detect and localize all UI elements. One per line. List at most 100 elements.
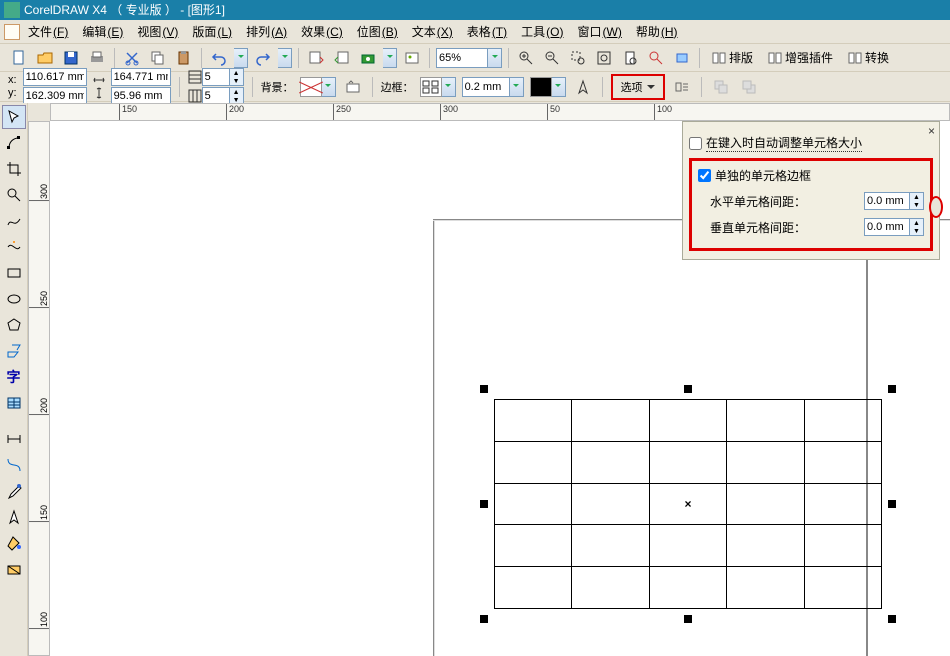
fullscreen-icon[interactable] [671,47,693,69]
new-icon[interactable] [8,47,30,69]
selected-table[interactable]: × [494,399,882,609]
copy-icon[interactable] [147,47,169,69]
redo-icon[interactable] [252,47,274,69]
border-style-swatch[interactable] [420,77,442,97]
interactive-fill-tool[interactable] [2,557,26,581]
rectangle-tool[interactable] [2,261,26,285]
canvas[interactable]: × × 在键入时自动调整单元格大小 单独的单元格边框 水平单元格间距： ▲▼ [50,121,950,656]
open-icon[interactable] [34,47,56,69]
zoom-out-icon[interactable] [541,47,563,69]
rows-spinner[interactable]: ▲▼ [230,68,244,86]
bg-color-swatch[interactable] [300,77,322,97]
resize-handle-e[interactable] [888,500,896,508]
menu-view[interactable]: 视图(V) [131,21,184,42]
dimension-tool[interactable] [2,427,26,451]
resize-handle-se[interactable] [888,615,896,623]
border-width-dropdown[interactable] [510,77,524,97]
cols-icon [188,89,202,103]
zoom-dropdown[interactable] [488,48,502,68]
zoom-sel-icon[interactable] [567,47,589,69]
resize-handle-ne[interactable] [888,385,896,393]
crop-tool[interactable] [2,157,26,181]
v-gap-spinner[interactable]: ▲▼ [910,218,924,236]
undo-icon[interactable] [208,47,230,69]
vertical-ruler[interactable]: 300 250 200 150 100 [28,121,50,656]
menu-text[interactable]: 文本(X) [406,21,459,42]
resize-handle-w[interactable] [480,500,488,508]
resize-handle-n[interactable] [684,385,692,393]
h-gap-label: 水平单元格间距： [710,193,806,210]
bg-color-dropdown[interactable] [322,77,336,97]
app-launch-icon[interactable] [357,47,379,69]
ellipse-tool[interactable] [2,287,26,311]
bg-edit-icon[interactable] [342,76,364,98]
rows-input[interactable] [202,68,230,86]
horizontal-ruler[interactable]: 150 200 250 300 50 100 [50,103,950,121]
border-color-swatch[interactable] [530,77,552,97]
menu-layout[interactable]: 版面(L) [186,21,238,42]
width-input[interactable] [111,68,171,86]
smart-draw-tool[interactable] [2,235,26,259]
center-marker[interactable]: × [684,497,691,511]
menu-table[interactable]: 表格(T) [461,21,513,42]
welcome-icon[interactable] [401,47,423,69]
h-gap-spinner[interactable]: ▲▼ [910,192,924,210]
close-icon[interactable]: × [928,124,935,138]
auto-resize-checkbox[interactable] [689,137,702,150]
import-icon[interactable] [305,47,327,69]
undo-dropdown[interactable] [234,48,248,68]
shape-tool[interactable] [2,131,26,155]
border-width-input[interactable] [462,77,510,97]
resize-handle-nw[interactable] [480,385,488,393]
print-icon[interactable] [86,47,108,69]
resize-handle-sw[interactable] [480,615,488,623]
convert-button[interactable]: 转换 [842,47,894,69]
v-gap-label: 垂直单元格间距： [710,219,806,236]
polygon-tool[interactable] [2,313,26,337]
menu-edit[interactable]: 编辑(E) [76,21,129,42]
menu-effect[interactable]: 效果(C) [295,21,349,42]
x-coord-input[interactable] [23,68,87,86]
layout-button[interactable]: 排版 [706,47,758,69]
enhance-button[interactable]: 增强插件 [762,47,838,69]
eyedropper-tool[interactable] [2,479,26,503]
outline-tool[interactable] [2,505,26,529]
border-style-dropdown[interactable] [442,77,456,97]
paste-icon[interactable] [173,47,195,69]
basic-shapes-tool[interactable] [2,339,26,363]
document-menu-icon[interactable] [4,24,20,40]
zoom-page-icon[interactable] [619,47,641,69]
menu-bitmap[interactable]: 位图(B) [351,21,404,42]
menu-window[interactable]: 窗口(W) [571,21,627,42]
menu-help[interactable]: 帮助(H) [630,21,684,42]
v-gap-input[interactable] [864,218,910,236]
border-color-dropdown[interactable] [552,77,566,97]
outline-pen-icon[interactable] [572,76,594,98]
fill-tool[interactable] [2,531,26,555]
menu-arrange[interactable]: 排列(A) [240,21,293,42]
redo-dropdown[interactable] [278,48,292,68]
menu-file[interactable]: 文件(F) [22,21,74,42]
save-icon[interactable] [60,47,82,69]
zoom-in-icon[interactable] [515,47,537,69]
toolbox: 字 [0,103,28,656]
text-tool[interactable]: 字 [2,365,26,389]
h-gap-input[interactable] [864,192,910,210]
text-wrap-icon[interactable] [671,76,693,98]
cut-icon[interactable] [121,47,143,69]
freehand-tool[interactable] [2,209,26,233]
resize-handle-s[interactable] [684,615,692,623]
connector-tool[interactable] [2,453,26,477]
menu-tools[interactable]: 工具(O) [515,21,569,42]
zoom-input[interactable] [436,48,488,68]
zoom-tool[interactable] [2,183,26,207]
title-text: CorelDRAW X4 （ 专业版 ） - [图形1] [24,0,225,20]
options-button[interactable]: 选项 [611,74,665,100]
pick-tool[interactable] [2,105,26,129]
zoom-all-icon[interactable] [593,47,615,69]
app-launch-dropdown[interactable] [383,48,397,68]
export-icon[interactable] [331,47,353,69]
sep-border-checkbox[interactable] [698,169,711,182]
table-tool[interactable] [2,391,26,415]
refresh-icon[interactable] [645,47,667,69]
